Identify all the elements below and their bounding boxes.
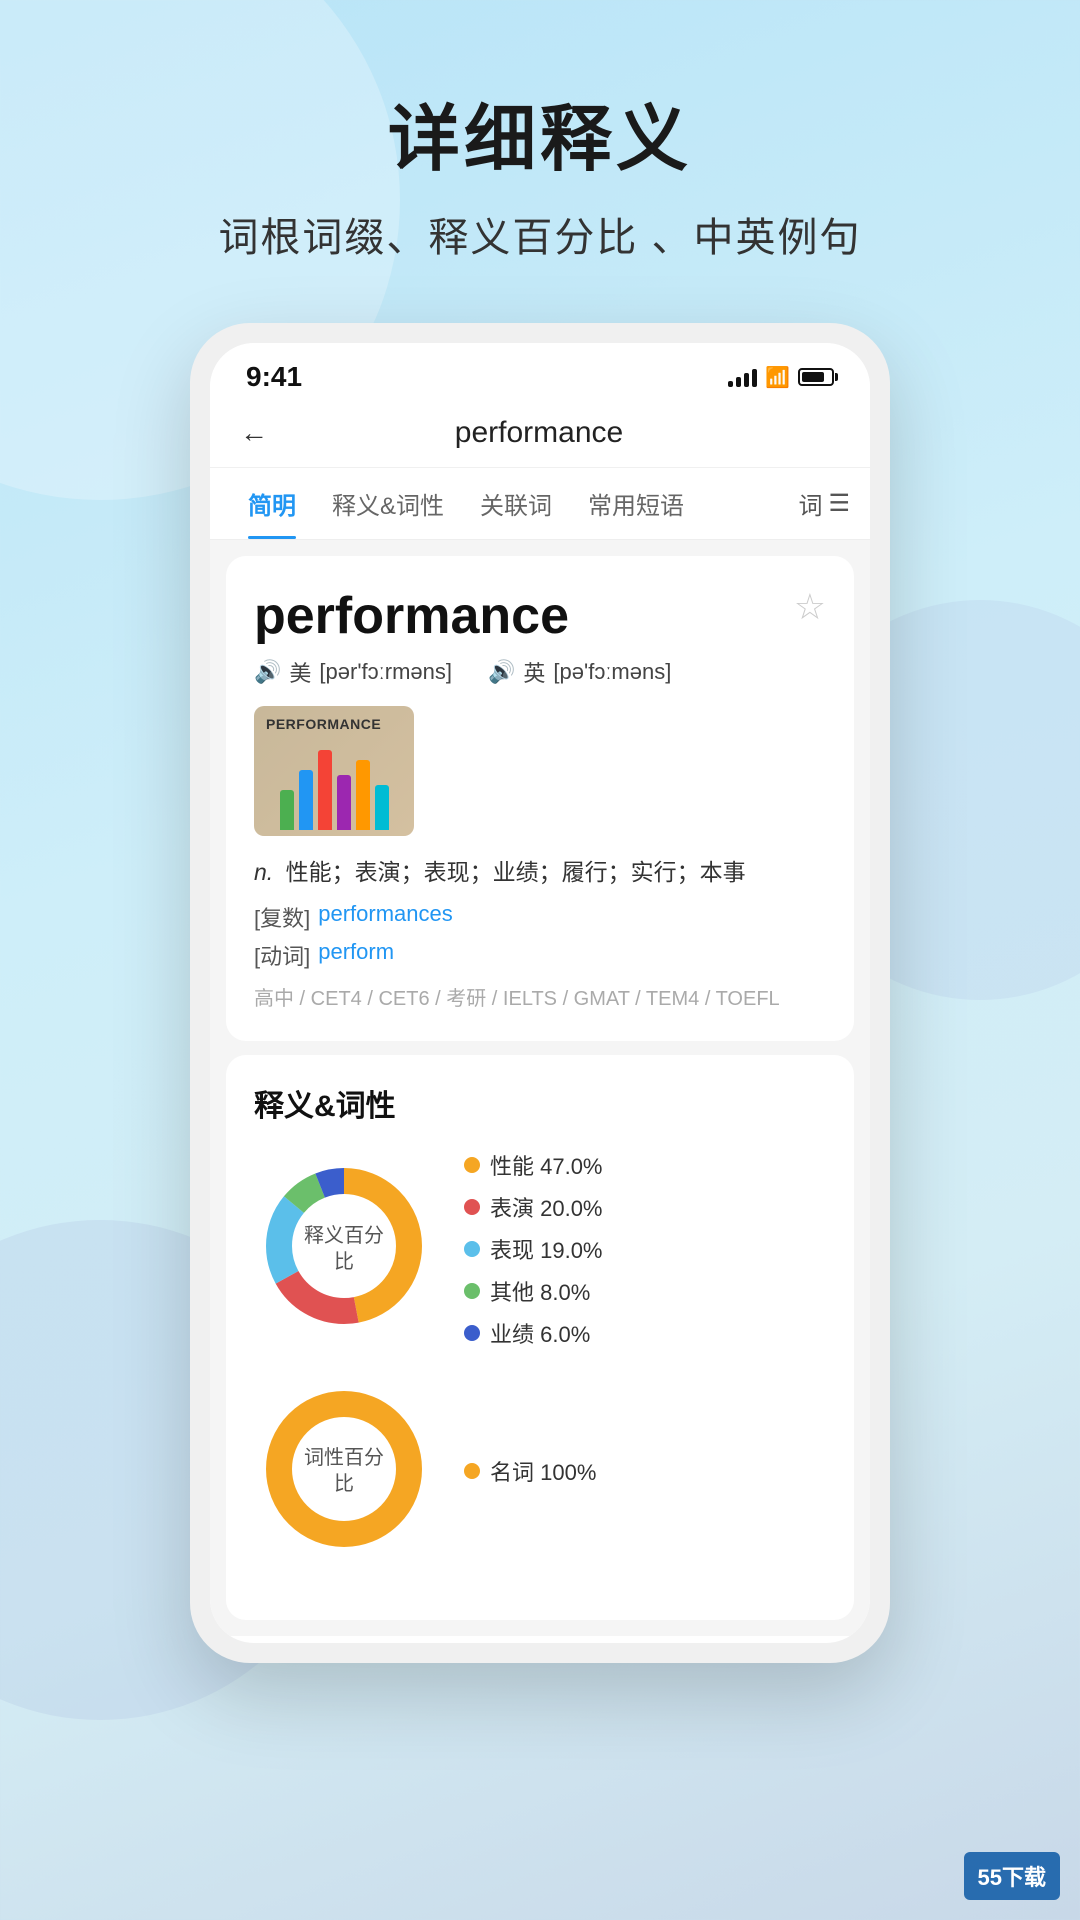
tabs-bar: 简明 释义&词性 关联词 常用短语 词 ☰ <box>210 468 870 540</box>
status-icons: 📶 <box>728 365 834 390</box>
signal-icon <box>728 367 757 387</box>
legend-item: 其他 8.0% <box>464 1275 603 1307</box>
word-title: performance <box>254 586 569 646</box>
pos-chart-area: 词性百分比 名词 100% <box>254 1379 826 1564</box>
phone-mockup: 9:41 📶 ← performance <box>190 323 890 1663</box>
pronunciations: 🔊 美 [pər'fɔːrməns] 🔊 英 [pə'fɔːməns] <box>254 656 826 688</box>
word-pos-meanings: n. 性能；表演；表现；业绩；履行；实行；本事 <box>254 854 826 891</box>
legend-dot <box>464 1283 480 1299</box>
word-image: PERFORMANCE <box>254 706 414 836</box>
status-time: 9:41 <box>246 361 302 393</box>
legend-item: 业绩 6.0% <box>464 1317 603 1349</box>
menu-icon: ☰ <box>828 489 850 518</box>
top-nav: ← performance <box>210 403 870 468</box>
legend-item: 名词 100% <box>464 1455 596 1487</box>
tab-related[interactable]: 关联词 <box>462 468 570 539</box>
tab-definition[interactable]: 释义&词性 <box>314 468 462 539</box>
verb-link[interactable]: perform <box>318 939 394 971</box>
star-button[interactable]: ☆ <box>794 586 826 628</box>
tab-more[interactable]: 词 ☰ <box>798 486 850 521</box>
tab-phrases[interactable]: 常用短语 <box>570 468 702 539</box>
legend-dot <box>464 1463 480 1479</box>
content-area: performance ☆ 🔊 美 [pər'fɔːrməns] 🔊 英 [pə <box>210 540 870 1636</box>
legend-item: 表演 20.0% <box>464 1191 603 1223</box>
legend-dot <box>464 1325 480 1341</box>
pos-donut-label: 词性百分比 <box>299 1445 389 1497</box>
page-title: 详细释义 <box>0 80 1080 185</box>
speaker-us-icon: 🔊 <box>254 659 281 685</box>
legend-dot <box>464 1199 480 1215</box>
pos-legend: 名词 100% <box>464 1455 596 1487</box>
legend-item: 表现 19.0% <box>464 1233 603 1265</box>
uk-pronunciation[interactable]: 🔊 英 [pə'fɔːməns] <box>488 656 671 688</box>
plural-link[interactable]: performances <box>318 901 453 933</box>
nav-title: performance <box>278 416 800 450</box>
meaning-donut: 释义百分比 <box>254 1156 434 1341</box>
status-bar: 9:41 📶 <box>210 343 870 403</box>
word-card: performance ☆ 🔊 美 [pər'fɔːrməns] 🔊 英 [pə <box>226 556 854 1041</box>
back-button[interactable]: ← <box>240 413 278 453</box>
def-section-title: 释义&词性 <box>254 1081 826 1125</box>
meaning-donut-label: 释义百分比 <box>299 1223 389 1275</box>
word-levels: 高中 / CET4 / CET6 / 考研 / IELTS / GMAT / T… <box>254 983 826 1015</box>
us-pronunciation[interactable]: 🔊 美 [pər'fɔːrməns] <box>254 656 452 688</box>
word-forms: [复数] performances [动词] perform <box>254 901 826 971</box>
meaning-legend: 性能 47.0% 表演 20.0% 表现 19.0% <box>464 1149 603 1349</box>
battery-icon <box>798 368 834 386</box>
legend-dot <box>464 1241 480 1257</box>
legend-item: 性能 47.0% <box>464 1149 603 1181</box>
meaning-chart-area: 释义百分比 性能 47.0% 表演 20.0% <box>254 1149 826 1349</box>
page-subtitle: 词根词缀、释义百分比 、中英例句 <box>0 205 1080 263</box>
watermark: 55下载 <box>964 1852 1060 1900</box>
tab-brief[interactable]: 简明 <box>230 468 314 539</box>
speaker-uk-icon: 🔊 <box>488 659 515 685</box>
wifi-icon: 📶 <box>765 365 790 390</box>
definition-section: 释义&词性 <box>226 1055 854 1620</box>
legend-dot <box>464 1157 480 1173</box>
pos-donut: 词性百分比 <box>254 1379 434 1564</box>
